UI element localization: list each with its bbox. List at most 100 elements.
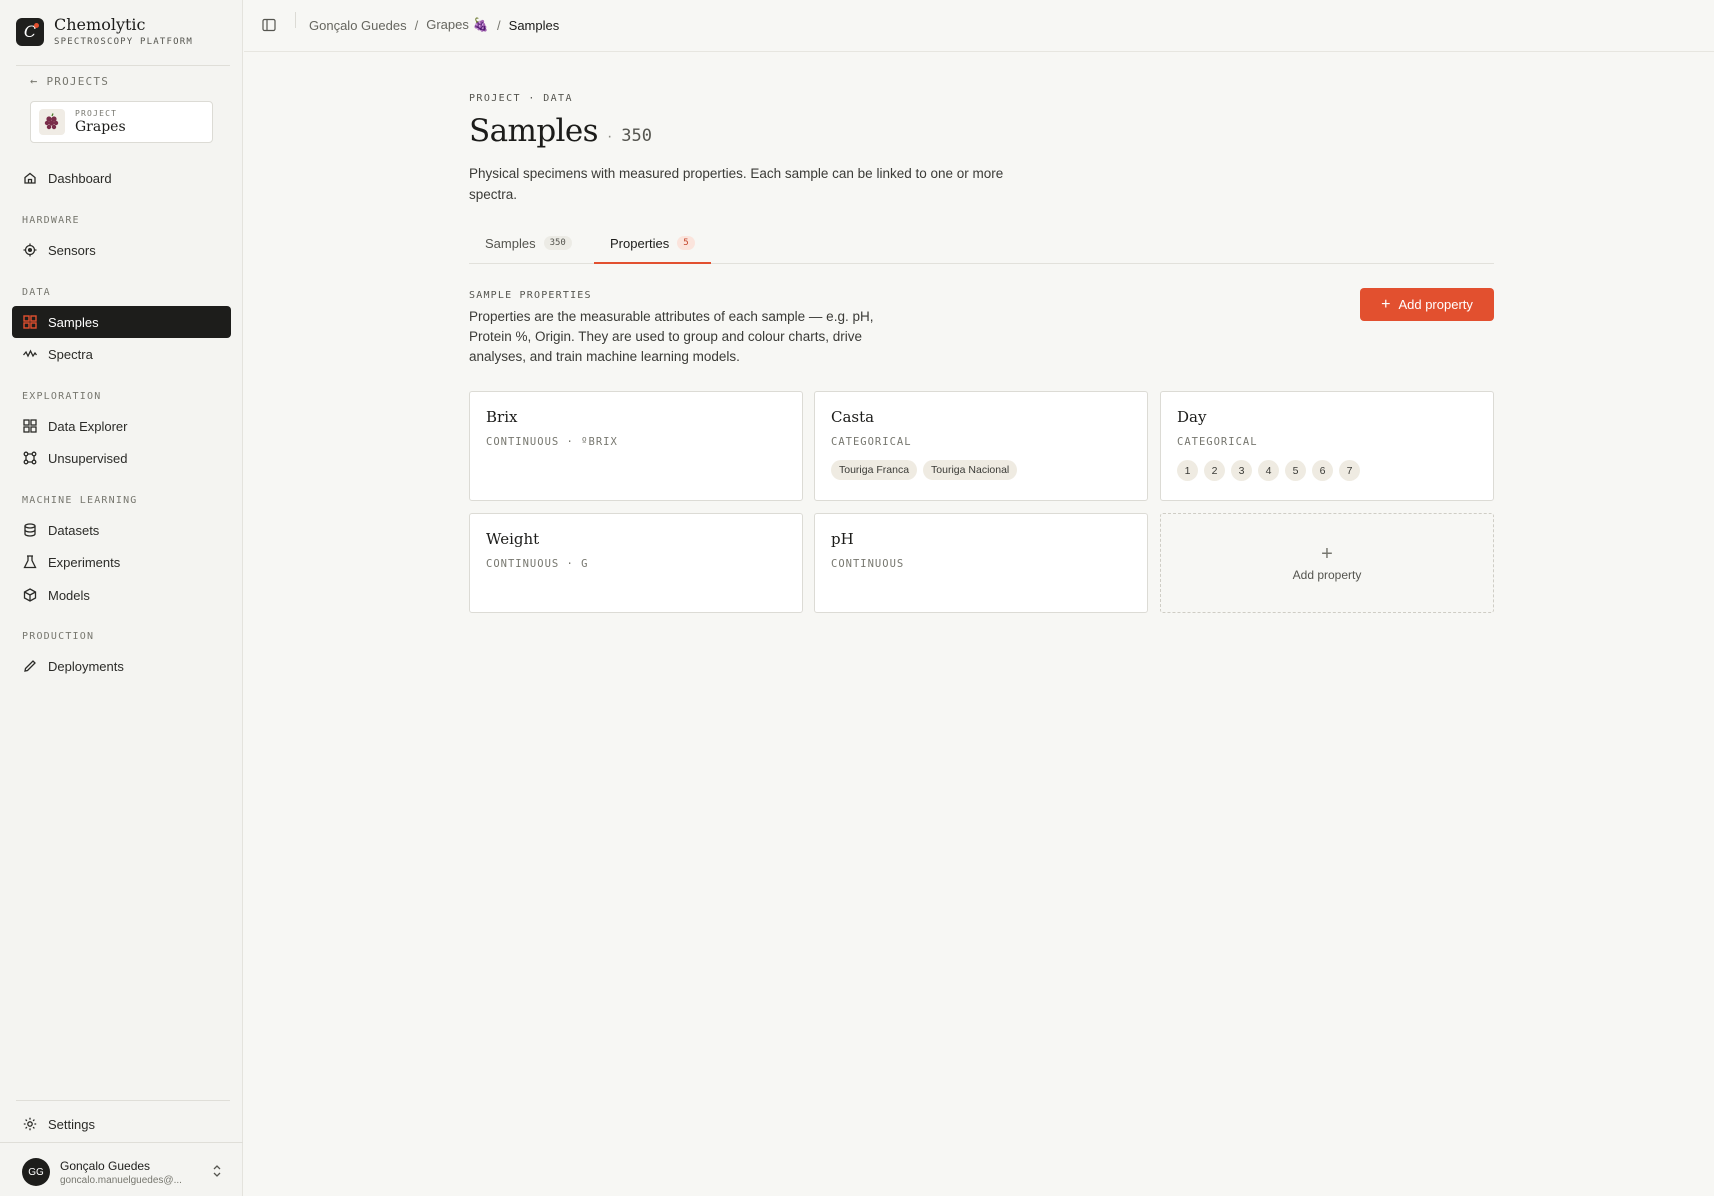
nav-deployments[interactable]: Deployments	[12, 650, 231, 682]
sensor-icon	[23, 243, 37, 257]
user-menu[interactable]: GG Gonçalo Guedes goncalo.manuelguedes@.…	[22, 1158, 222, 1186]
arrow-left-icon: ←	[30, 74, 39, 88]
value-chip: Touriga Franca	[831, 460, 918, 480]
project-name: Grapes	[75, 119, 126, 135]
sidebar-toggle-icon[interactable]	[262, 18, 276, 37]
property-card-casta[interactable]: Casta CATEGORICAL Touriga Franca Touriga…	[814, 391, 1148, 501]
sample-count: 350	[621, 126, 652, 146]
grape-icon	[39, 109, 65, 135]
value-chip: 6	[1312, 460, 1333, 481]
property-card-brix[interactable]: Brix CONTINUOUS · ºBRIX	[469, 391, 803, 501]
value-chip: 4	[1258, 460, 1279, 481]
divider	[0, 1142, 243, 1143]
brand-subtitle: SPECTROSCOPY PLATFORM	[54, 37, 193, 47]
divider	[16, 65, 230, 66]
flask-icon	[23, 555, 37, 569]
chevron-updown-icon	[212, 1164, 222, 1181]
page-title: Samples · 350	[469, 113, 652, 149]
page-eyebrow: PROJECT · DATA	[469, 93, 573, 104]
divider	[16, 1100, 230, 1101]
property-type: CATEGORICAL	[1177, 436, 1258, 448]
project-switcher[interactable]: PROJECT Grapes	[30, 101, 213, 143]
tab-label: Properties	[610, 236, 670, 251]
tab-properties[interactable]: Properties 5	[594, 228, 711, 264]
property-name: Weight	[486, 530, 540, 548]
nav-sensors[interactable]: Sensors	[12, 234, 231, 266]
nav-label: Spectra	[48, 346, 93, 362]
cube-icon	[23, 588, 37, 602]
nav-label: Sensors	[48, 242, 96, 258]
property-type: CATEGORICAL	[831, 436, 912, 448]
database-icon	[23, 523, 37, 537]
avatar: GG	[22, 1158, 50, 1186]
section-label: SAMPLE PROPERTIES	[469, 290, 592, 301]
grid-icon	[23, 315, 37, 329]
nav-samples[interactable]: Samples	[12, 306, 231, 338]
sidebar: C Chemolytic SPECTROSCOPY PLATFORM ← PRO…	[0, 0, 243, 1196]
nav-label: Data Explorer	[48, 418, 128, 434]
property-values: Touriga Franca Touriga Nacional	[831, 460, 1131, 480]
breadcrumb-project[interactable]: Grapes 🍇	[426, 17, 489, 33]
nav-label: Unsupervised	[48, 450, 128, 466]
breadcrumb-user[interactable]: Gonçalo Guedes	[309, 18, 407, 33]
property-name: pH	[831, 530, 854, 548]
property-card-weight[interactable]: Weight CONTINUOUS · G	[469, 513, 803, 613]
tab-badge: 5	[677, 236, 695, 250]
tab-samples[interactable]: Samples 350	[469, 228, 588, 264]
user-name: Gonçalo Guedes	[60, 1158, 151, 1173]
brand-name: Chemolytic	[54, 15, 146, 34]
section-data: DATA	[22, 287, 51, 298]
grid-icon	[23, 419, 37, 433]
nodes-icon	[23, 451, 37, 465]
property-card-ph[interactable]: pH CONTINUOUS	[814, 513, 1148, 613]
waveform-icon	[23, 347, 37, 361]
nav-settings[interactable]: Settings	[12, 1108, 231, 1140]
value-chip: 2	[1204, 460, 1225, 481]
nav-dashboard[interactable]: Dashboard	[12, 162, 231, 194]
section-production: PRODUCTION	[22, 631, 95, 642]
brand[interactable]: C Chemolytic SPECTROSCOPY PLATFORM	[16, 16, 193, 47]
breadcrumb-separator: /	[497, 17, 501, 33]
plus-icon: +	[1381, 295, 1391, 313]
nav-data-explorer[interactable]: Data Explorer	[12, 410, 231, 442]
nav-label: Datasets	[48, 522, 100, 538]
property-card-day[interactable]: Day CATEGORICAL 1 2 3 4 5 6 7	[1160, 391, 1494, 501]
property-type: CONTINUOUS · ºBRIX	[486, 436, 618, 448]
back-label: PROJECTS	[46, 74, 110, 88]
back-to-projects-link[interactable]: ← PROJECTS	[30, 74, 109, 88]
tab-badge: 350	[543, 236, 572, 250]
property-values: 1 2 3 4 5 6 7	[1177, 460, 1477, 481]
tabs: Samples 350 Properties 5	[469, 228, 1494, 264]
nav-label: Dashboard	[48, 170, 112, 186]
grape-icon: 🍇	[472, 17, 490, 32]
section-exploration: EXPLORATION	[22, 391, 102, 402]
home-icon	[23, 171, 37, 185]
value-chip: Touriga Nacional	[923, 460, 1018, 480]
value-chip: 5	[1285, 460, 1306, 481]
value-chip: 7	[1339, 460, 1360, 481]
breadcrumb: Gonçalo Guedes / Grapes 🍇 / Samples	[309, 17, 559, 33]
property-type: CONTINUOUS · G	[486, 558, 589, 570]
property-name: Casta	[831, 408, 875, 426]
nav-label: Settings	[48, 1116, 95, 1132]
nav-models[interactable]: Models	[12, 579, 231, 611]
value-chip: 1	[1177, 460, 1198, 481]
title-separator: ·	[606, 128, 613, 145]
breadcrumb-separator: /	[414, 17, 419, 33]
page-description: Physical specimens with measured propert…	[469, 166, 1004, 202]
page-title-text: Samples	[469, 113, 599, 149]
plus-icon: +	[1321, 543, 1333, 565]
property-name: Brix	[486, 408, 518, 426]
nav-unsupervised[interactable]: Unsupervised	[12, 442, 231, 474]
nav-datasets[interactable]: Datasets	[12, 514, 231, 546]
nav-spectra[interactable]: Spectra	[12, 338, 231, 370]
project-label: PROJECT	[75, 109, 118, 118]
add-property-button[interactable]: + Add property	[1360, 288, 1494, 321]
nav-label: Experiments	[48, 554, 121, 570]
add-property-label: Add property	[1292, 568, 1362, 582]
nav-label: Samples	[48, 314, 99, 330]
nav-label: Deployments	[48, 658, 124, 674]
add-property-card[interactable]: + Add property	[1160, 513, 1494, 613]
nav-experiments[interactable]: Experiments	[12, 546, 231, 578]
property-type: CONTINUOUS	[831, 558, 905, 570]
